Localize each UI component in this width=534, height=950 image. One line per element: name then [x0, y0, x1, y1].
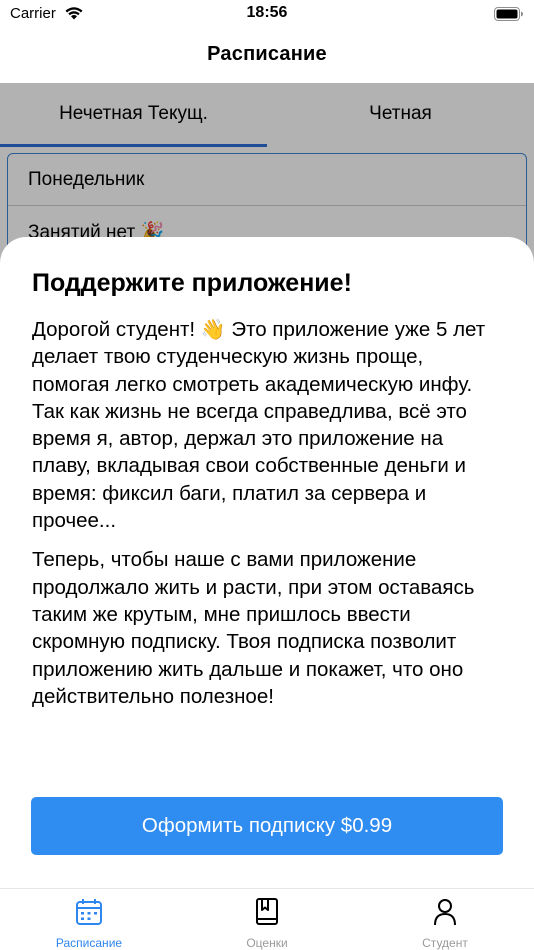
waving-hand-icon: 👋 — [200, 317, 226, 341]
tab-grades[interactable]: Оценки — [178, 889, 356, 950]
support-sheet: Поддержите приложение! Дорогой студент! … — [0, 237, 534, 888]
tab-schedule-label: Расписание — [55, 936, 123, 950]
status-bar: Carrier 18:56 — [0, 0, 534, 30]
tab-grades-label: Оценки — [246, 936, 288, 950]
subscribe-button[interactable]: Оформить подписку $0.99 — [31, 797, 503, 855]
clock: 18:56 — [246, 4, 288, 21]
sheet-paragraph-1: Дорогой студент! 👋 Это приложение уже 5 … — [32, 316, 502, 534]
tab-schedule[interactable]: Расписание — [0, 889, 178, 950]
sheet-paragraph-2: Теперь, чтобы наше с вами приложение про… — [32, 548, 475, 708]
person-icon — [434, 899, 456, 926]
battery-icon — [494, 7, 523, 21]
greeting-text: Дорогой студент! — [32, 318, 196, 341]
tab-student-label: Студент — [422, 936, 468, 950]
tab-bar: Расписание Оценки Студент — [0, 888, 534, 950]
page-title: Расписание — [207, 43, 327, 65]
book-icon — [256, 898, 278, 925]
sheet-title: Поддержите приложение! — [32, 269, 352, 297]
navigation-bar: Расписание — [0, 30, 534, 83]
tab-student[interactable]: Студент — [356, 889, 534, 950]
intro-text: Это приложение уже 5 лет делает твою сту… — [32, 318, 486, 533]
calendar-icon — [76, 899, 102, 925]
